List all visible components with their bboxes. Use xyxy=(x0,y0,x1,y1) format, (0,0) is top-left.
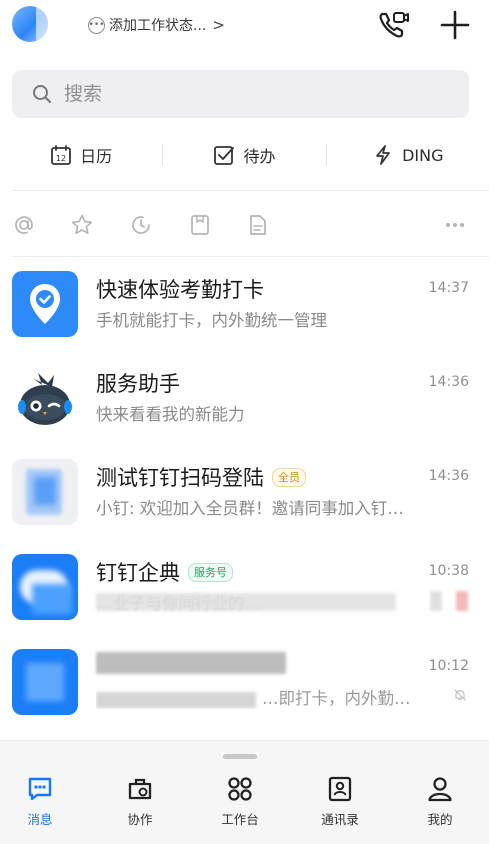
todo-shortcut[interactable]: 待办 xyxy=(163,143,325,167)
chat-preview: 快来看看我的新能力 xyxy=(96,405,245,424)
plus-icon[interactable] xyxy=(438,8,472,42)
redacted-block xyxy=(96,593,396,611)
tab-workbench[interactable]: 工作台 xyxy=(200,774,280,828)
chat-title: 钉钉企典 服务号 xyxy=(96,557,233,587)
tab-label: 通讯录 xyxy=(321,812,359,827)
chat-preview-text: …即打卡，内外勤… xyxy=(262,689,411,708)
calendar-label: 日历 xyxy=(80,147,113,166)
checkbox-icon xyxy=(214,146,235,165)
location-pin-icon xyxy=(12,271,78,337)
at-icon[interactable] xyxy=(12,213,36,237)
phone-video-icon[interactable] xyxy=(376,8,410,42)
svg-text:12: 12 xyxy=(56,154,66,163)
tab-collab[interactable]: 协作 xyxy=(100,774,180,828)
message-icon xyxy=(28,777,52,801)
list-item[interactable]: 测试钉钉扫码登陆 全员 小钉: 欢迎加入全员群！邀请同事加入钉… 14:36 xyxy=(0,450,489,540)
chat-title-text: 服务助手 xyxy=(96,372,180,396)
divider xyxy=(12,256,489,257)
chat-preview: 手机就能打卡，内外勤统一管理 xyxy=(96,311,327,330)
tab-label: 我的 xyxy=(427,812,453,827)
document-icon[interactable] xyxy=(246,213,270,237)
chat-title: 快速体验考勤打卡 xyxy=(96,274,264,304)
calendar-shortcut[interactable]: 12 日历 xyxy=(0,143,162,167)
tab-messages[interactable]: 消息 xyxy=(0,774,80,828)
chat-time: 14:36 xyxy=(428,468,469,484)
collab-icon xyxy=(128,778,152,800)
chat-title: 服务助手 xyxy=(96,368,180,398)
tab-me[interactable]: 我的 xyxy=(400,774,480,828)
chat-time: 14:37 xyxy=(428,280,469,296)
more-icon[interactable] xyxy=(443,213,467,237)
list-item[interactable]: …即打卡，内外勤… 10:12 xyxy=(0,640,489,730)
group-avatar xyxy=(12,459,78,525)
lightning-icon xyxy=(376,145,390,165)
chat-preview: …即打卡，内外勤… xyxy=(96,685,466,709)
chat-bubble-icon: ••• xyxy=(88,16,105,34)
bookmark-box-icon[interactable] xyxy=(188,213,212,237)
person-icon xyxy=(428,777,452,802)
grid-icon xyxy=(228,777,252,801)
work-status-button[interactable]: ••• 添加工作状态... > xyxy=(88,14,225,36)
list-item[interactable]: 快速体验考勤打卡 手机就能打卡，内外勤统一管理 14:37 xyxy=(0,262,489,352)
cloud-avatar xyxy=(12,554,78,620)
list-item[interactable]: 钉钉企典 服务号 …业子与你同行业的… 10:38 xyxy=(0,545,489,635)
redacted-block xyxy=(456,591,468,611)
redacted-title xyxy=(96,652,286,674)
blurred-avatar xyxy=(12,649,78,715)
service-account-badge: 服务号 xyxy=(188,562,233,582)
list-item[interactable]: 服务助手 快来看看我的新能力 14:36 xyxy=(0,356,489,446)
ding-shortcut[interactable]: DING xyxy=(327,144,489,166)
tab-label: 消息 xyxy=(27,812,53,827)
divider xyxy=(12,190,489,191)
ding-label: DING xyxy=(402,145,444,165)
search-bar[interactable] xyxy=(12,70,469,118)
chat-time: 10:38 xyxy=(428,563,469,579)
work-status-label: 添加工作状态... xyxy=(109,18,207,34)
chat-title-text: 快速体验考勤打卡 xyxy=(96,278,264,302)
chat-title-text: 测试钉钉扫码登陆 xyxy=(96,466,264,490)
tab-label: 工作台 xyxy=(221,812,259,827)
user-avatar[interactable] xyxy=(12,6,48,42)
redacted-block xyxy=(430,591,442,611)
chat-time: 14:36 xyxy=(428,374,469,390)
all-staff-badge: 全员 xyxy=(272,467,306,487)
tab-label: 协作 xyxy=(127,812,153,827)
chat-preview: 小钉: 欢迎加入全员群！邀请同事加入钉… xyxy=(96,499,404,518)
robot-avatar xyxy=(12,365,78,431)
filter-bar xyxy=(0,206,489,244)
todo-label: 待办 xyxy=(243,147,276,166)
bell-off-icon xyxy=(454,689,466,701)
tab-contacts[interactable]: 通讯录 xyxy=(300,774,380,828)
drag-handle[interactable] xyxy=(223,754,257,759)
calendar-icon: 12 xyxy=(51,145,72,165)
chat-title: 测试钉钉扫码登陆 全员 xyxy=(96,462,306,492)
contacts-icon xyxy=(328,776,352,802)
chat-time: 10:12 xyxy=(428,658,469,674)
clock-icon[interactable] xyxy=(129,213,153,237)
star-icon[interactable] xyxy=(70,213,94,237)
search-icon xyxy=(33,85,51,103)
chat-title-text: 钉钉企典 xyxy=(96,561,180,585)
search-input[interactable] xyxy=(62,82,446,106)
chevron-right-icon: > xyxy=(212,16,225,34)
shortcut-bar: 12 日历 待办 DING xyxy=(0,132,489,178)
